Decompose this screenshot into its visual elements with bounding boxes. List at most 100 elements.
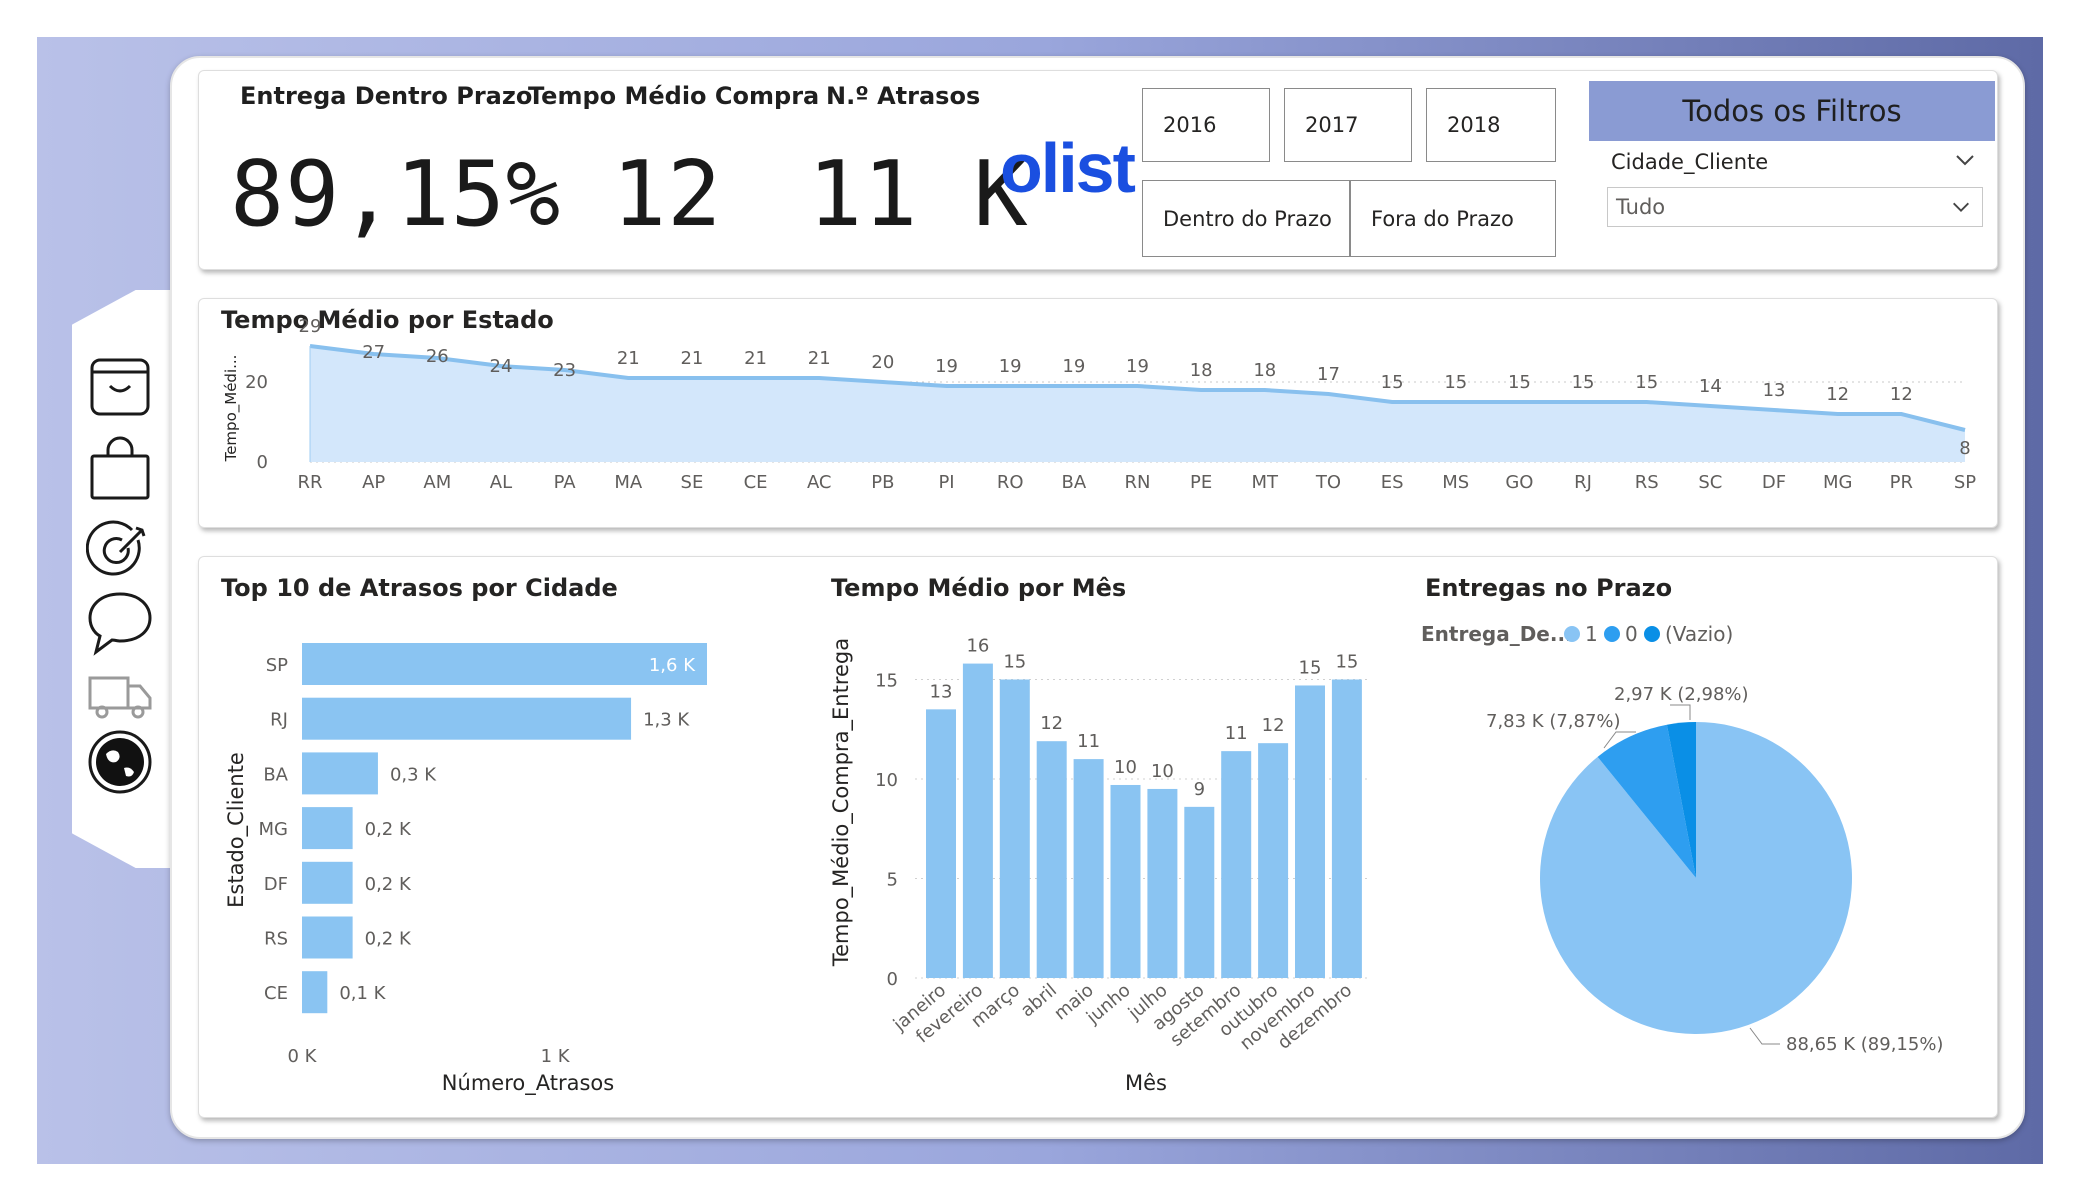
pie-slice-0 [1540,722,1853,1035]
state-ytick-20: 20 [245,372,268,393]
city-tick-MG: MG [259,819,288,840]
state-tick-MA: MA [614,472,643,493]
state-tick-DF: DF [1762,472,1786,493]
city-xtick-1: 1 K [541,1046,571,1067]
month-data-label-junho: 10 [1114,757,1137,778]
city-data-label-SP: 1,6 K [649,655,696,676]
pie-data-label-0: 7,83 K (7,87%) [1486,711,1621,732]
state-tick-MS: MS [1442,472,1469,493]
state-data-label-AM: 26 [426,346,449,367]
state-data-label-GO: 15 [1508,372,1531,393]
city-tick-DF: DF [264,874,288,895]
month-data-label-janeiro: 13 [930,681,953,702]
state-tick-PI: PI [938,472,954,493]
state-tick-SE: SE [681,472,704,493]
month-ytick-15: 15 [875,671,898,692]
pie-legend-label-1: 0 [1625,622,1638,646]
state-tick-PA: PA [554,472,577,493]
state-tick-MG: MG [1823,472,1852,493]
city-bar-DF [302,861,353,904]
month-data-label-setembro: 11 [1225,723,1248,744]
month-data-label-março: 15 [1003,652,1026,673]
state-tick-RN: RN [1125,472,1151,493]
state-data-label-SC: 14 [1699,376,1722,397]
state-data-label-MA: 21 [617,348,640,369]
month-bar-junho [1110,784,1141,978]
month-bar-janeiro [926,709,956,978]
state-data-label-DF: 13 [1763,380,1786,401]
state-data-label-RS: 15 [1635,372,1658,393]
city-tick-RJ: RJ [270,710,288,731]
city-xlabel: Número_Atrasos [442,1071,614,1096]
state-data-label-SE: 21 [680,348,703,369]
state-tick-RR: RR [297,472,322,493]
pie-legend-marker-2 [1644,626,1660,642]
state-data-label-CE: 21 [744,348,767,369]
pie-data-label-vazio: 2,97 K (2,98%) [1614,684,1749,705]
state-tick-MT: MT [1252,472,1280,493]
month-bar-setembro [1221,751,1252,978]
month-data-label-novembro: 15 [1299,657,1322,678]
month-bar-agosto [1184,806,1215,978]
state-tick-PB: PB [871,472,894,493]
state-data-label-PA: 23 [553,360,576,381]
month-ylabel: Tempo_Médio_Compra_Entrega [829,638,854,967]
city-tick-CE: CE [264,983,288,1004]
state-data-label-AP: 27 [362,342,385,363]
state-ytick-0: 0 [257,452,268,473]
pie-legend-title: Entrega_De... [1421,622,1573,646]
month-data-label-julho: 10 [1151,761,1174,782]
state-data-label-RJ: 15 [1572,372,1595,393]
month-xlabel: Mês [1125,1071,1167,1095]
city-data-label-CE: 0,1 K [339,983,386,1004]
state-data-label-SP: 8 [1959,438,1970,459]
month-data-label-agosto: 9 [1194,779,1205,800]
state-tick-BA: BA [1062,472,1087,493]
city-tick-BA: BA [263,764,288,785]
city-xtick-0: 0 K [288,1046,318,1067]
state-tick-AC: AC [807,472,832,493]
state-tick-PR: PR [1890,472,1913,493]
state-tick-RO: RO [997,472,1024,493]
state-data-label-BA: 19 [1062,356,1085,377]
city-bar-BA [302,752,378,795]
charts-layer: RR 29 AP 27 AM 26 AL 24 PA 23 MA 21 SE 21 CE 21 AC 21 PB 20… [222,316,1976,1096]
month-data-label-maio: 11 [1077,731,1100,752]
state-data-label-PE: 18 [1190,360,1213,381]
city-tick-SP: SP [266,655,288,676]
city-tick-RS: RS [264,929,288,950]
state-tick-AM: AM [423,472,451,493]
state-data-label-PB: 20 [871,352,894,373]
month-bar-abril [1036,741,1067,978]
state-tick-SC: SC [1698,472,1722,493]
month-data-label-dezembro: 15 [1335,652,1358,673]
pie-legend-label-2: (Vazio) [1665,622,1733,646]
state-tick-ES: ES [1381,472,1404,493]
pie-leader-1 [1749,1027,1780,1045]
state-tick-GO: GO [1505,472,1533,493]
state-data-label-RO: 19 [999,356,1022,377]
city-bar-CE [302,971,328,1014]
month-bar-julho [1147,788,1178,978]
state-data-label-MG: 12 [1826,384,1849,405]
state-tick-RJ: RJ [1574,472,1592,493]
state-tick-AL: AL [490,472,512,493]
city-data-label-MG: 0,2 K [365,819,412,840]
state-data-label-AL: 24 [490,356,513,377]
city-bar-SP [302,643,707,685]
city-bar-RS [302,916,353,959]
month-data-label-outubro: 12 [1262,715,1285,736]
city-data-label-RJ: 1,3 K [643,710,690,731]
city-bar-MG [302,807,353,850]
month-bar-março [999,679,1030,978]
city-data-label-DF: 0,2 K [365,874,412,895]
state-tick-SP: SP [1954,472,1976,493]
state-data-label-TO: 17 [1317,364,1340,385]
state-tick-RS: RS [1635,472,1659,493]
state-data-label-PR: 12 [1890,384,1913,405]
state-data-label-RN: 19 [1126,356,1149,377]
month-ytick-0: 0 [887,969,898,990]
pie-leader-vazio [1670,704,1691,720]
state-tick-CE: CE [744,472,768,493]
month-bar-maio [1073,759,1104,978]
